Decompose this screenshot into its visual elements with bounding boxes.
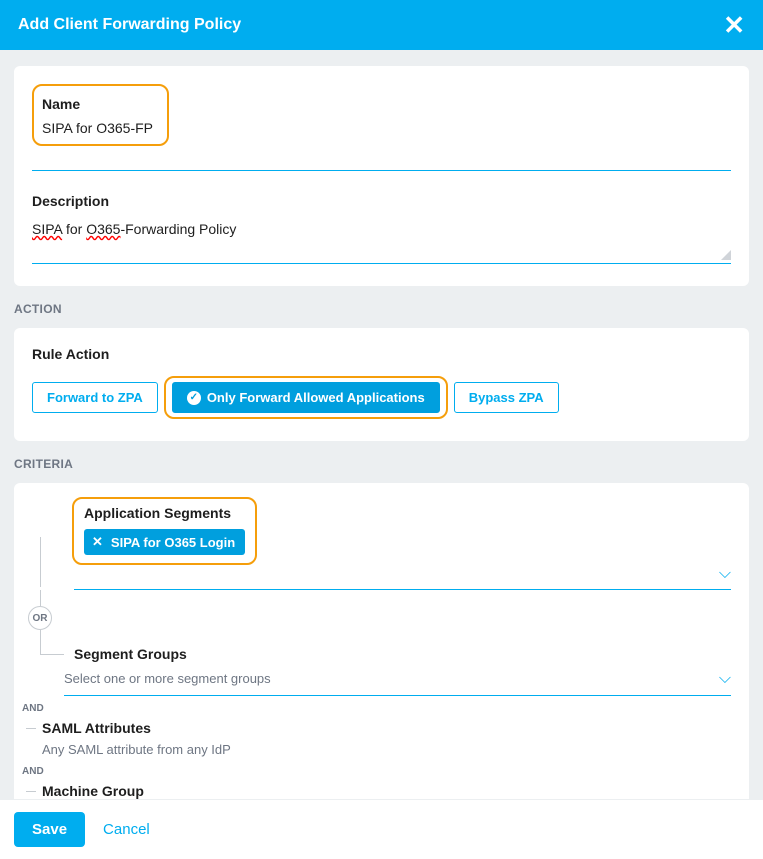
cancel-button[interactable]: Cancel — [103, 821, 150, 838]
criteria-section-label: CRITERIA — [14, 457, 763, 471]
connector-h — [40, 654, 64, 655]
app-segments-label: Application Segments — [84, 505, 245, 521]
resize-handle-icon[interactable] — [721, 250, 731, 260]
desc-token-sipa: SIPA — [32, 221, 62, 237]
only-forward-highlight: ✓ Only Forward Allowed Applications — [164, 376, 448, 419]
rule-action-label: Rule Action — [32, 346, 109, 362]
app-segments-highlight: Application Segments ✕ SIPA for O365 Log… — [72, 497, 257, 565]
segment-groups-placeholder: Select one or more segment groups — [64, 671, 719, 686]
modal-footer: Save Cancel — [0, 799, 763, 859]
description-label: Description — [32, 193, 109, 209]
desc-token-o365: O365 — [86, 221, 120, 237]
and-operator: AND — [20, 702, 46, 715]
action-card: Rule Action Forward to ZPA ✓ Only Forwar… — [14, 328, 749, 441]
rule-action-group: Forward to ZPA ✓ Only Forward Allowed Ap… — [32, 376, 731, 419]
desc-token-suffix: -Forwarding Policy — [120, 221, 236, 237]
modal-title: Add Client Forwarding Policy — [18, 16, 241, 34]
segment-groups-select[interactable]: Select one or more segment groups ⌵ — [64, 668, 731, 696]
forward-to-zpa-button[interactable]: Forward to ZPA — [32, 382, 158, 413]
only-forward-label: Only Forward Allowed Applications — [207, 390, 425, 405]
check-circle-icon: ✓ — [187, 391, 201, 405]
connector-line — [40, 630, 41, 654]
name-input[interactable] — [32, 126, 731, 171]
modal-body[interactable]: Name SIPA for O365-FP Description SIPA f… — [0, 50, 763, 799]
modal-header: Add Client Forwarding Policy ✕ — [0, 0, 763, 50]
connector-h — [26, 791, 36, 792]
name-description-card: Name SIPA for O365-FP Description SIPA f… — [14, 66, 749, 286]
saml-attributes-label: SAML Attributes — [42, 720, 731, 736]
connector-line — [40, 590, 41, 606]
segment-groups-label: Segment Groups — [74, 646, 731, 662]
criteria-card: Application Segments ✕ SIPA for O365 Log… — [14, 483, 749, 799]
save-button[interactable]: Save — [14, 812, 85, 847]
chip-remove-icon[interactable]: ✕ — [92, 534, 103, 550]
name-label: Name — [42, 96, 80, 112]
segment-groups-section: Segment Groups Select one or more segmen… — [24, 646, 731, 696]
description-wrap: SIPA for O365-Forwarding Policy — [32, 217, 731, 264]
and-operator: AND — [20, 765, 46, 778]
saml-attributes-subtext: Any SAML attribute from any IdP — [42, 742, 731, 757]
saml-attributes-section: SAML Attributes Any SAML attribute from … — [24, 720, 731, 757]
description-input[interactable]: SIPA for O365-Forwarding Policy — [32, 217, 731, 264]
desc-token-mid: for — [62, 221, 86, 237]
app-segment-chip[interactable]: ✕ SIPA for O365 Login — [84, 529, 245, 555]
chip-label: SIPA for O365 Login — [111, 535, 235, 550]
close-icon[interactable]: ✕ — [723, 10, 745, 41]
machine-group-label: Machine Group — [42, 783, 731, 799]
or-operator: OR — [28, 606, 52, 630]
machine-group-section: Machine Group Select one or more machine… — [24, 783, 731, 799]
chevron-down-icon[interactable]: ⌵ — [719, 565, 731, 583]
connector-line — [40, 537, 41, 587]
bypass-zpa-button[interactable]: Bypass ZPA — [454, 382, 559, 413]
action-section-label: ACTION — [14, 302, 763, 316]
connector-h — [26, 728, 36, 729]
chevron-down-icon[interactable]: ⌵ — [719, 670, 731, 688]
only-forward-allowed-button[interactable]: ✓ Only Forward Allowed Applications — [172, 382, 440, 413]
